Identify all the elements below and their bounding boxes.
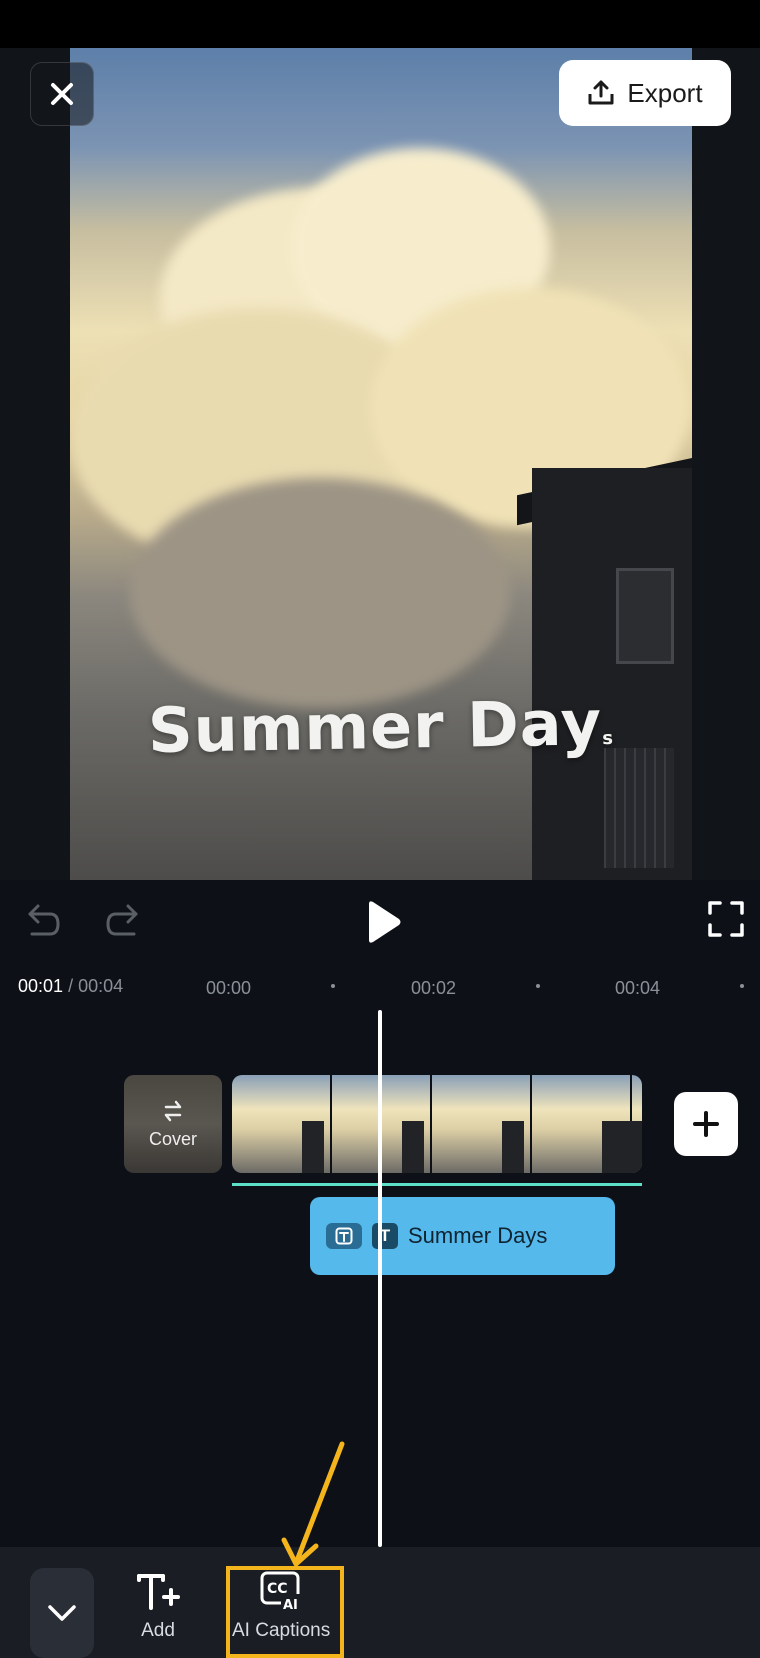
timeline-tick-label: 00:02 bbox=[411, 978, 457, 998]
export-button[interactable]: Export bbox=[559, 60, 731, 126]
time-separator: / bbox=[68, 976, 74, 996]
clip-thumbnail bbox=[332, 1075, 432, 1173]
text-track-label: Summer Days bbox=[408, 1223, 548, 1248]
upload-icon bbox=[588, 80, 614, 105]
undo-icon[interactable] bbox=[26, 898, 62, 938]
redo-icon[interactable] bbox=[104, 898, 140, 938]
bottom-toolbar bbox=[0, 1547, 760, 1658]
caption-trailing: s bbox=[602, 727, 615, 750]
text-track-clip[interactable]: T Summer Days bbox=[310, 1197, 615, 1275]
timeline-tick-dot bbox=[331, 984, 335, 988]
timeline-tick-dot bbox=[740, 984, 744, 988]
plus-icon bbox=[693, 1111, 719, 1137]
play-icon[interactable] bbox=[363, 900, 403, 944]
swap-icon bbox=[164, 1100, 182, 1121]
add-text-icon bbox=[137, 1574, 180, 1610]
close-button[interactable] bbox=[30, 62, 94, 126]
building-window bbox=[604, 748, 674, 868]
video-clip[interactable] bbox=[232, 1075, 642, 1173]
time-display: 00:01 / 00:04 bbox=[18, 976, 123, 997]
clip-thumbnail bbox=[622, 1075, 642, 1173]
add-clip-button[interactable] bbox=[674, 1092, 738, 1156]
timeline-tick-label: 00:00 bbox=[206, 978, 252, 998]
cloud-shape bbox=[130, 478, 510, 708]
collapse-button[interactable] bbox=[30, 1568, 94, 1658]
audio-track-line bbox=[232, 1183, 642, 1186]
clip-thumbnail bbox=[432, 1075, 532, 1173]
text-type-icon: T bbox=[372, 1223, 398, 1249]
current-time: 00:01 bbox=[18, 976, 64, 996]
annotation-arrow-icon bbox=[281, 1441, 345, 1567]
close-icon bbox=[51, 83, 73, 105]
export-label: Export bbox=[627, 77, 703, 108]
cover-button[interactable]: Cover bbox=[124, 1075, 222, 1173]
chevron-down-icon bbox=[48, 1605, 76, 1621]
fullscreen-icon[interactable] bbox=[708, 901, 744, 937]
building-window bbox=[616, 568, 674, 664]
highlight-box bbox=[226, 1566, 344, 1658]
cover-label: Cover bbox=[148, 1128, 197, 1149]
text-box-icon bbox=[326, 1223, 362, 1249]
total-time: 00:04 bbox=[78, 976, 124, 996]
clip-thumbnail bbox=[532, 1075, 632, 1173]
add-text-button[interactable]: Add bbox=[136, 1570, 180, 1642]
timeline-tick-dot bbox=[536, 984, 540, 988]
caption-text: Summer Day bbox=[147, 686, 603, 768]
playhead[interactable] bbox=[378, 1010, 382, 1547]
caption-overlay[interactable]: Summer Days bbox=[147, 686, 614, 767]
timeline-tick-label: 00:04 bbox=[615, 978, 661, 998]
clip-thumbnail bbox=[232, 1075, 332, 1173]
add-label: Add bbox=[141, 1620, 175, 1641]
status-bar bbox=[0, 0, 760, 48]
